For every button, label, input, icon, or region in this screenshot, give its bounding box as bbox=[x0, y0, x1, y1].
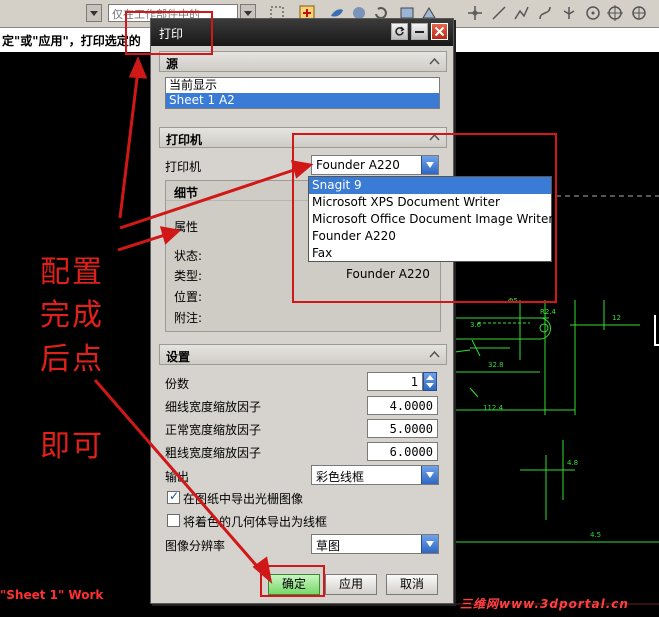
title-highlight-box bbox=[125, 11, 213, 55]
tutorial-overlay bbox=[93, 11, 557, 597]
printer-highlight-box bbox=[292, 133, 557, 303]
